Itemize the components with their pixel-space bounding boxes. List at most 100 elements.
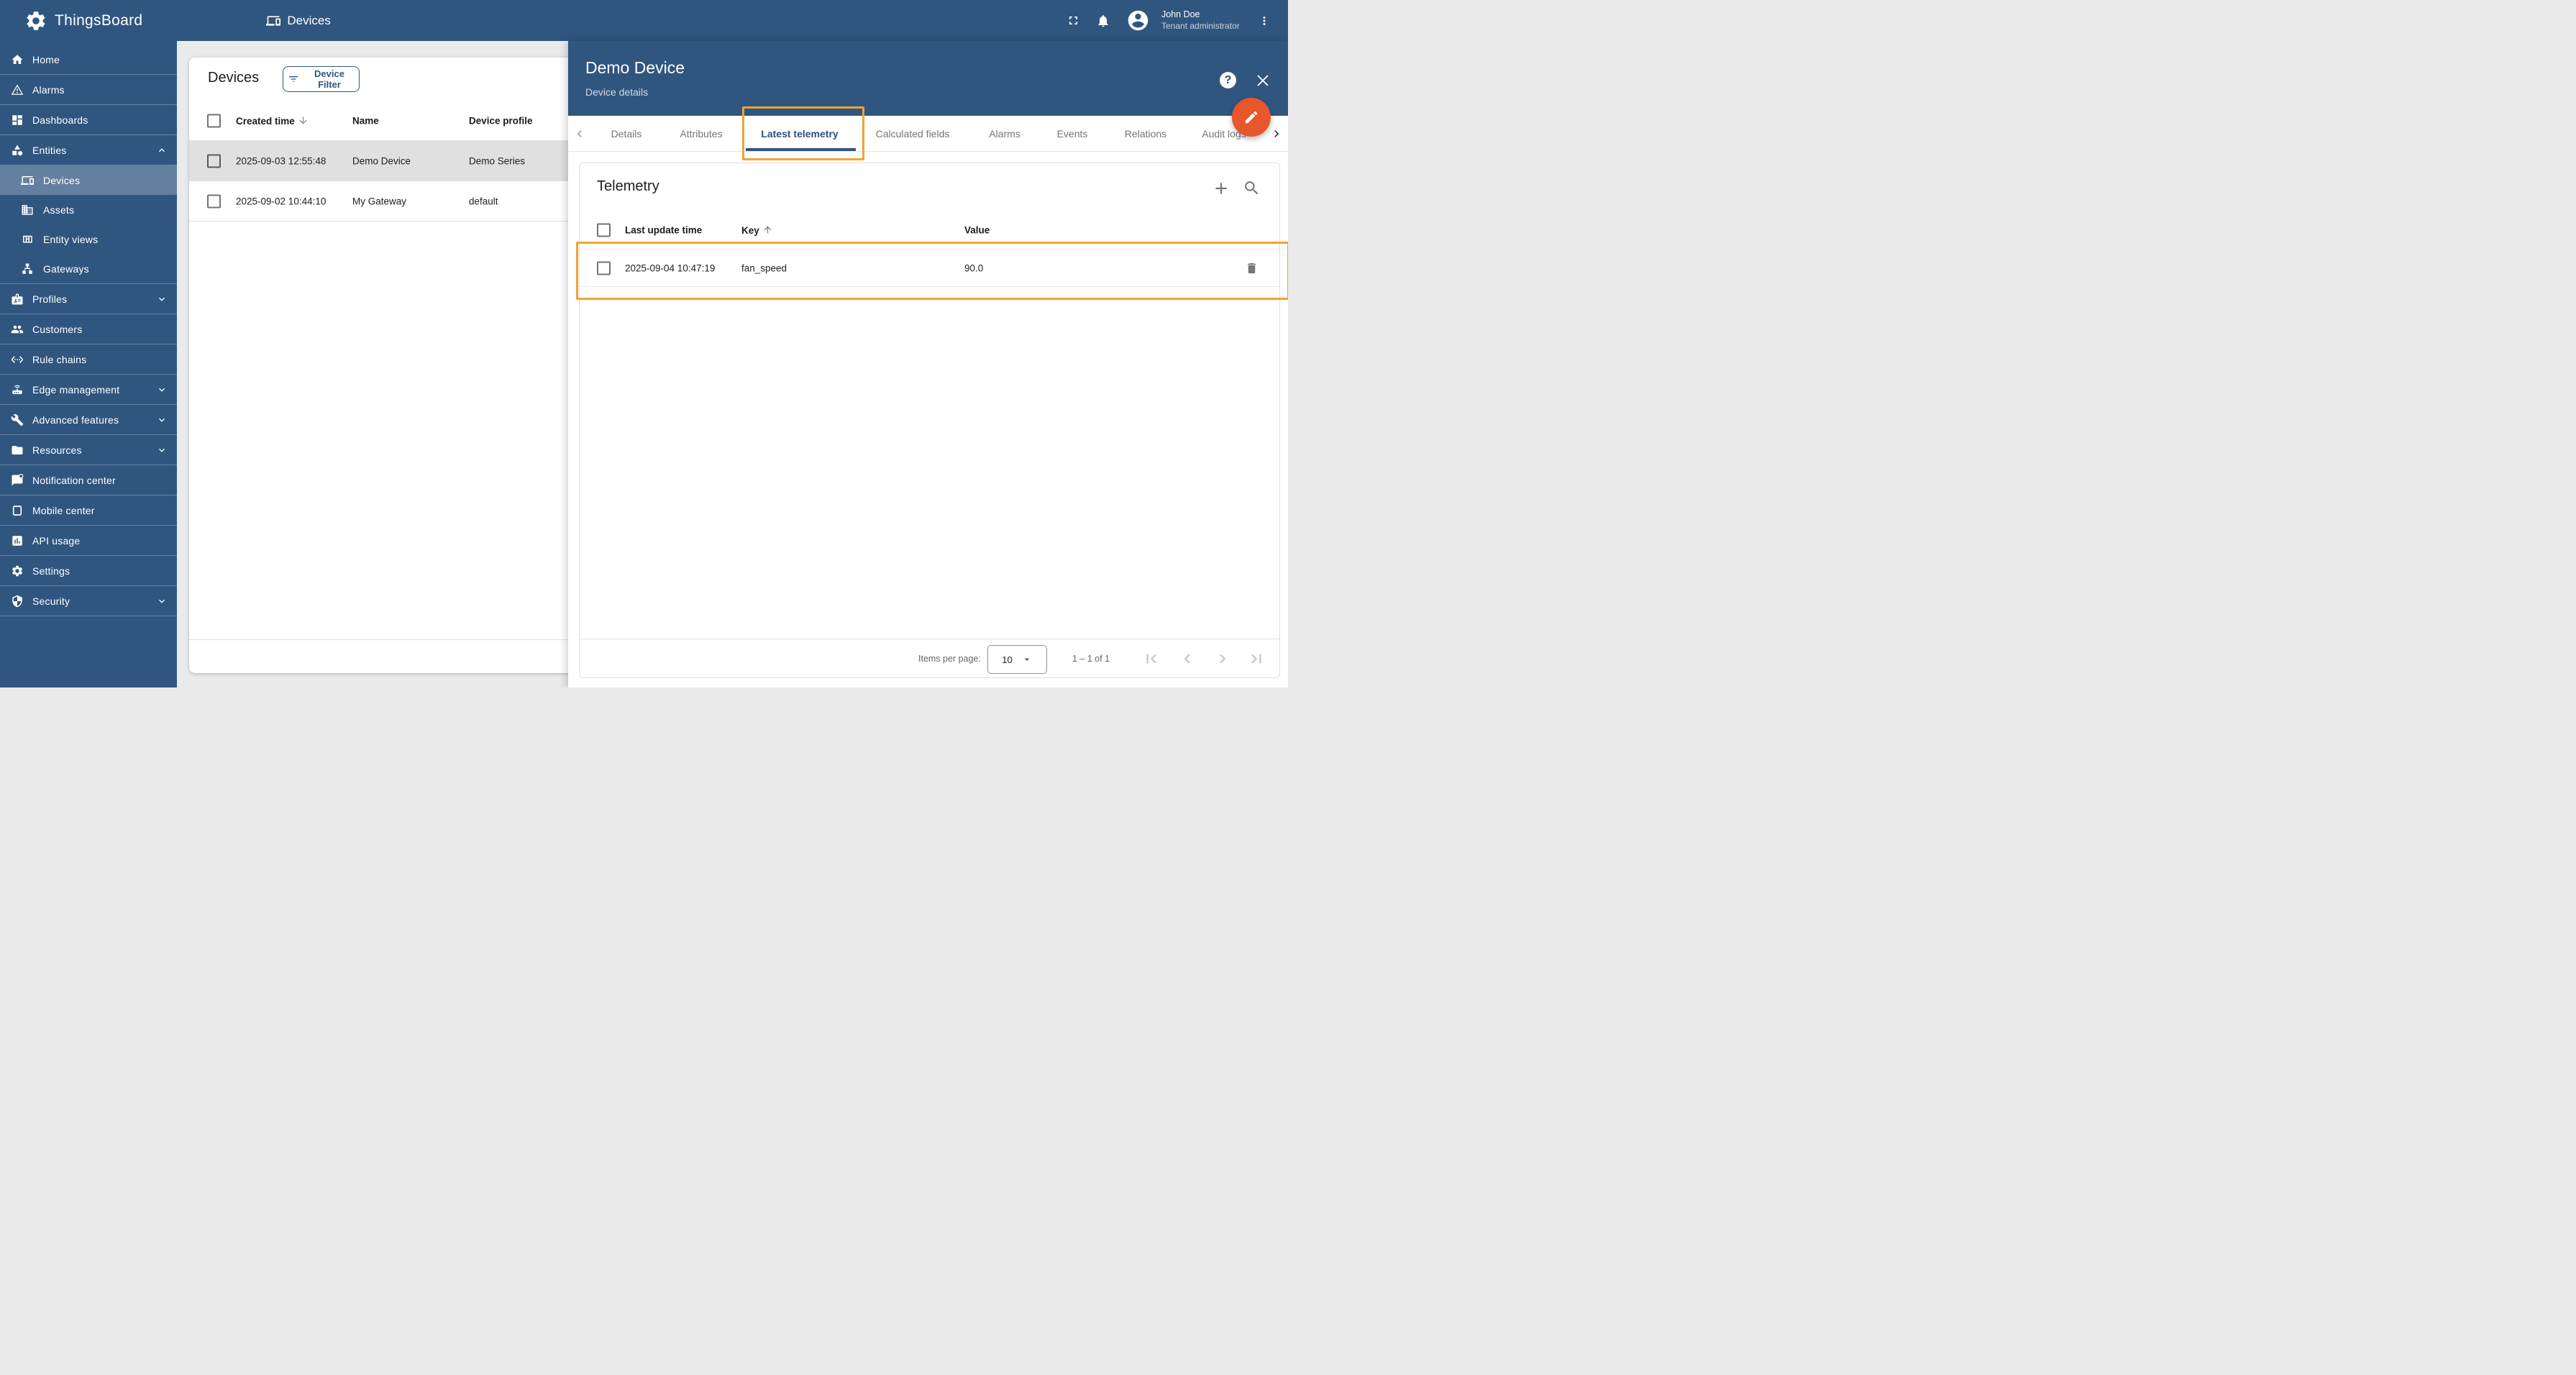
code-arrows-icon [11, 353, 24, 366]
app-root: ThingsBoard Devices John Doe Tenant admi… [0, 0, 1288, 688]
topbar-actions: John Doe Tenant administrator [1061, 0, 1288, 41]
drawer-title: Demo Device [585, 58, 685, 77]
chevron-down-icon [156, 414, 168, 426]
sidebar: Home Alarms Dashboards Entities Devices … [0, 41, 177, 688]
filter-icon [288, 73, 299, 85]
row-checkbox[interactable] [207, 194, 221, 208]
sidebar-item-customers[interactable]: Customers [0, 314, 177, 344]
close-icon[interactable] [1254, 72, 1271, 89]
sidebar-item-edge-management[interactable]: Edge management [0, 375, 177, 405]
view-grid-icon [21, 233, 34, 246]
add-telemetry-icon[interactable] [1212, 179, 1230, 198]
tab-calculated-fields[interactable]: Calculated fields [876, 116, 950, 152]
chevron-down-icon [156, 384, 168, 396]
next-page-icon[interactable] [1213, 649, 1232, 668]
sidebar-item-notification-center[interactable]: Notification center [0, 465, 177, 495]
column-header-last-update-time[interactable]: Last update time [625, 224, 702, 235]
search-icon[interactable] [1243, 179, 1261, 198]
device-row-demo-device[interactable]: 2025-09-03 12:55:48 Demo Device Demo Ser… [189, 141, 592, 181]
chevron-down-icon [156, 444, 168, 456]
dashboards-icon [11, 114, 24, 127]
device-details-drawer: Demo Device Device details ? Details Att… [568, 41, 1288, 688]
chevron-up-icon [156, 145, 168, 156]
sidebar-item-entity-views[interactable]: Entity views [0, 224, 177, 254]
tab-events[interactable]: Events [1057, 116, 1088, 152]
sidebar-item-profiles[interactable]: Profiles [0, 284, 177, 314]
sidebar-item-settings[interactable]: Settings [0, 556, 177, 586]
sidebar-item-rule-chains[interactable]: Rule chains [0, 344, 177, 375]
badge-icon [11, 293, 24, 306]
telemetry-card: Telemetry Last update time Key Value 202… [579, 163, 1280, 678]
sidebar-item-gateways[interactable]: Gateways [0, 254, 177, 284]
column-header-key[interactable]: Key [741, 224, 773, 236]
telemetry-pagination: Items per page: 10 1 – 1 of 1 [580, 639, 1279, 678]
cell-key: fan_speed [741, 262, 787, 273]
sidebar-item-security[interactable]: Security [0, 586, 177, 616]
delete-telemetry-icon[interactable] [1245, 261, 1259, 275]
column-header-created-time[interactable]: Created time [236, 115, 309, 127]
devices-footer-divider [189, 639, 592, 640]
row-checkbox[interactable] [207, 154, 221, 168]
page-title: Devices [287, 13, 331, 27]
sidebar-item-home[interactable]: Home [0, 45, 177, 75]
cell-name: My Gateway [352, 196, 407, 206]
more-vert-icon[interactable] [1252, 9, 1276, 33]
sidebar-item-assets[interactable]: Assets [0, 195, 177, 224]
sort-desc-arrow-icon [298, 115, 309, 126]
tools-icon [11, 414, 24, 426]
tab-latest-telemetry[interactable]: Latest telemetry [761, 116, 838, 152]
shield-icon [11, 595, 24, 608]
sidebar-item-entities[interactable]: Entities [0, 135, 177, 165]
devices-icon [21, 174, 34, 187]
cell-last-update-time: 2025-09-04 10:47:19 [625, 262, 716, 273]
select-all-checkbox[interactable] [597, 223, 611, 237]
device-row-my-gateway[interactable]: 2025-09-02 10:44:10 My Gateway default [189, 181, 592, 221]
telemetry-row-fan-speed[interactable]: 2025-09-04 10:47:19 fan_speed 90.0 [580, 250, 1279, 287]
drawer-header: Demo Device Device details ? [568, 41, 1288, 116]
page-size-select[interactable]: 10 [987, 645, 1047, 674]
thingsboard-logo-icon [24, 9, 47, 32]
column-header-device-profile[interactable]: Device profile [469, 115, 533, 126]
cell-value: 90.0 [964, 262, 984, 273]
user-info[interactable]: John Doe Tenant administrator [1161, 9, 1246, 32]
last-page-icon[interactable] [1247, 649, 1266, 668]
devices-table-card: Devices Device Filter Created time Name … [189, 58, 592, 673]
devices-table-header: Created time Name Device profile [189, 101, 592, 141]
tabs-scroll-left-icon[interactable] [572, 127, 587, 141]
sort-asc-arrow-icon [762, 224, 773, 235]
sidebar-item-mobile-center[interactable]: Mobile center [0, 495, 177, 526]
sidebar-item-devices[interactable]: Devices [0, 165, 177, 195]
sidebar-item-alarms[interactable]: Alarms [0, 75, 177, 105]
fullscreen-icon[interactable] [1061, 9, 1085, 33]
select-all-checkbox[interactable] [207, 114, 221, 127]
tab-relations[interactable]: Relations [1125, 116, 1166, 152]
notifications-bell-icon[interactable] [1091, 9, 1115, 33]
tab-attributes[interactable]: Attributes [680, 116, 722, 152]
edit-device-fab[interactable] [1232, 98, 1271, 137]
shapes-icon [11, 144, 24, 157]
sidebar-item-resources[interactable]: Resources [0, 435, 177, 465]
home-icon [11, 53, 24, 66]
column-header-value[interactable]: Value [964, 224, 990, 235]
tab-details[interactable]: Details [611, 116, 642, 152]
sidebar-item-api-usage[interactable]: API usage [0, 526, 177, 556]
sidebar-item-advanced-features[interactable]: Advanced features [0, 405, 177, 435]
brand-title: ThingsBoard [55, 12, 143, 29]
help-icon[interactable]: ? [1220, 72, 1237, 89]
gear-icon [11, 565, 24, 577]
tab-alarms[interactable]: Alarms [989, 116, 1020, 152]
column-header-name[interactable]: Name [352, 115, 379, 126]
device-filter-button[interactable]: Device Filter [283, 66, 360, 92]
tabs-scroll-right-icon[interactable] [1269, 127, 1284, 141]
telemetry-table-header: Last update time Key Value [580, 211, 1279, 250]
router-icon [11, 383, 24, 396]
previous-page-icon[interactable] [1178, 649, 1197, 668]
first-page-icon[interactable] [1142, 649, 1161, 668]
cell-created-time: 2025-09-03 12:55:48 [236, 155, 326, 166]
bar-chart-icon [11, 534, 24, 547]
user-avatar[interactable] [1125, 9, 1150, 33]
page-head: Devices [266, 13, 331, 28]
devices-card-title: Devices [208, 70, 260, 86]
sidebar-item-dashboards[interactable]: Dashboards [0, 105, 177, 135]
row-checkbox[interactable] [597, 261, 611, 275]
